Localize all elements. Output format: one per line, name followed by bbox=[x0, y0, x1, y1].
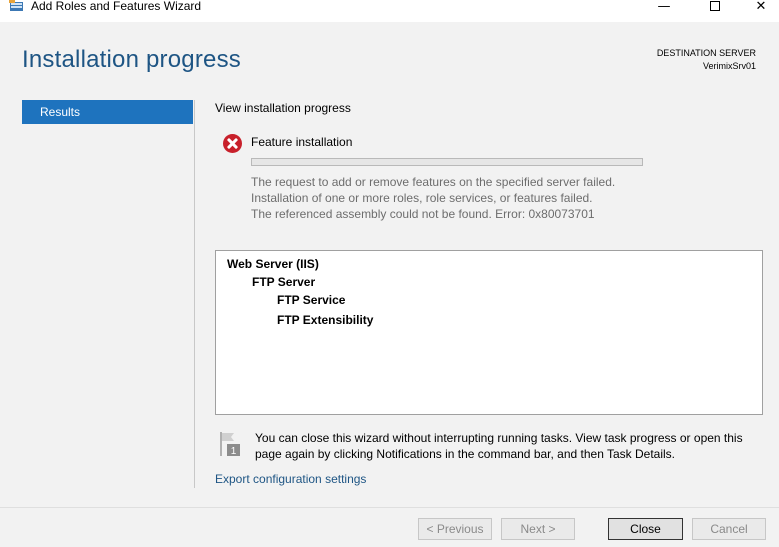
feature-item: FTP Server bbox=[252, 275, 316, 289]
destination-server-name: VerimixSrv01 bbox=[702, 61, 756, 71]
notification-hint: You can close this wizard without interr… bbox=[255, 431, 743, 461]
content-heading: View installation progress bbox=[215, 101, 351, 115]
notification-flag-icon: 1 bbox=[220, 432, 240, 456]
next-button[interactable]: Next > bbox=[501, 518, 575, 540]
maximize-icon bbox=[710, 0, 720, 11]
button-bar: < Previous Next > Close Cancel bbox=[0, 507, 779, 547]
status-message: The referenced assembly could not be fou… bbox=[251, 207, 595, 221]
close-window-button[interactable]: ✕ bbox=[738, 0, 779, 18]
close-button[interactable]: Close bbox=[608, 518, 683, 540]
feature-item: FTP Service bbox=[277, 293, 346, 307]
title-bar: Add Roles and Features Wizard — ✕ bbox=[0, 0, 779, 22]
sidebar-item-results[interactable]: Results bbox=[22, 100, 193, 124]
destination-server-label: DESTINATION SERVER bbox=[656, 48, 756, 58]
wizard-frame: Installation progress DESTINATION SERVER… bbox=[0, 22, 779, 507]
feature-item: Web Server (IIS) bbox=[227, 257, 319, 271]
minimize-icon: — bbox=[657, 0, 671, 14]
notification-badge: 1 bbox=[231, 446, 237, 456]
error-icon bbox=[223, 134, 242, 153]
server-manager-icon bbox=[9, 0, 23, 11]
export-configuration-link[interactable]: Export configuration settings bbox=[215, 472, 366, 486]
features-list: Web Server (IIS) FTP Server FTP Service … bbox=[215, 250, 763, 415]
nav-divider bbox=[194, 100, 195, 488]
cancel-button[interactable]: Cancel bbox=[692, 518, 766, 540]
maximize-button[interactable] bbox=[692, 0, 738, 18]
status-title: Feature installation bbox=[251, 135, 353, 149]
status-message: The request to add or remove features on… bbox=[251, 175, 616, 189]
previous-button[interactable]: < Previous bbox=[418, 518, 492, 540]
minimize-button[interactable]: — bbox=[641, 0, 687, 18]
window-title: Add Roles and Features Wizard bbox=[31, 0, 202, 13]
close-icon: ✕ bbox=[755, 0, 767, 14]
installation-progress-bar bbox=[251, 158, 643, 166]
page-title: Installation progress bbox=[22, 46, 241, 73]
status-message: Installation of one or more roles, role … bbox=[251, 191, 593, 205]
feature-item: FTP Extensibility bbox=[277, 313, 374, 327]
